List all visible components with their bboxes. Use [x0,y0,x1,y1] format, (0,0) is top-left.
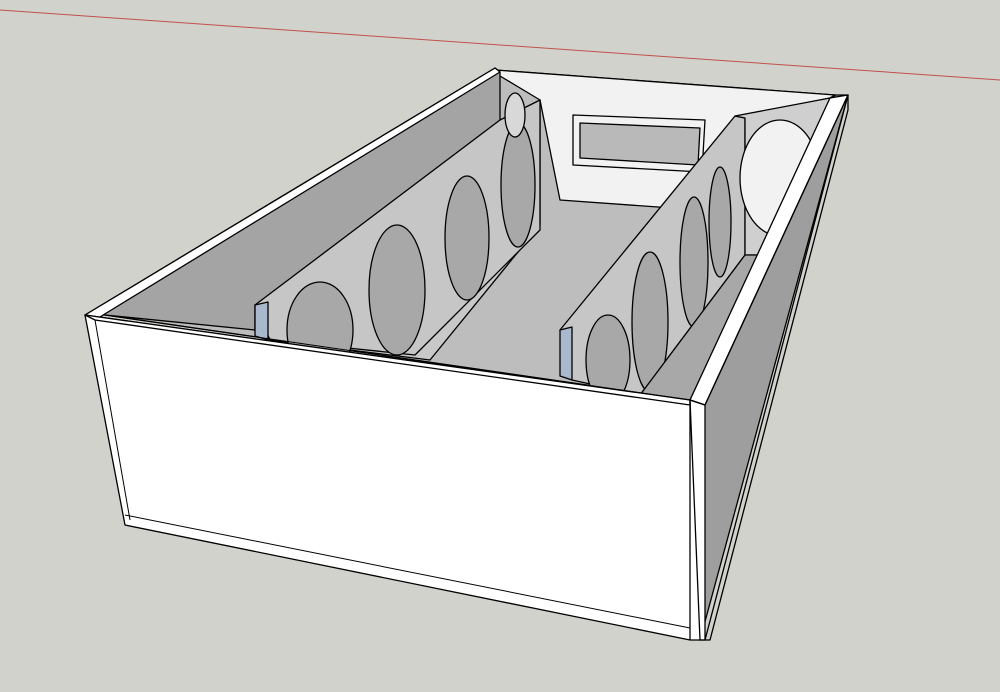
speaker-enclosure-box[interactable] [84,67,849,641]
left-baffle-cut-edge [254,301,269,341]
rectangle-port-icon [572,114,706,173]
modeling-viewport[interactable] [0,0,1000,692]
right-baffle-cut-edge [559,326,573,381]
scene-canvas[interactable] [0,0,1000,692]
red-axis-line [0,9,1000,81]
